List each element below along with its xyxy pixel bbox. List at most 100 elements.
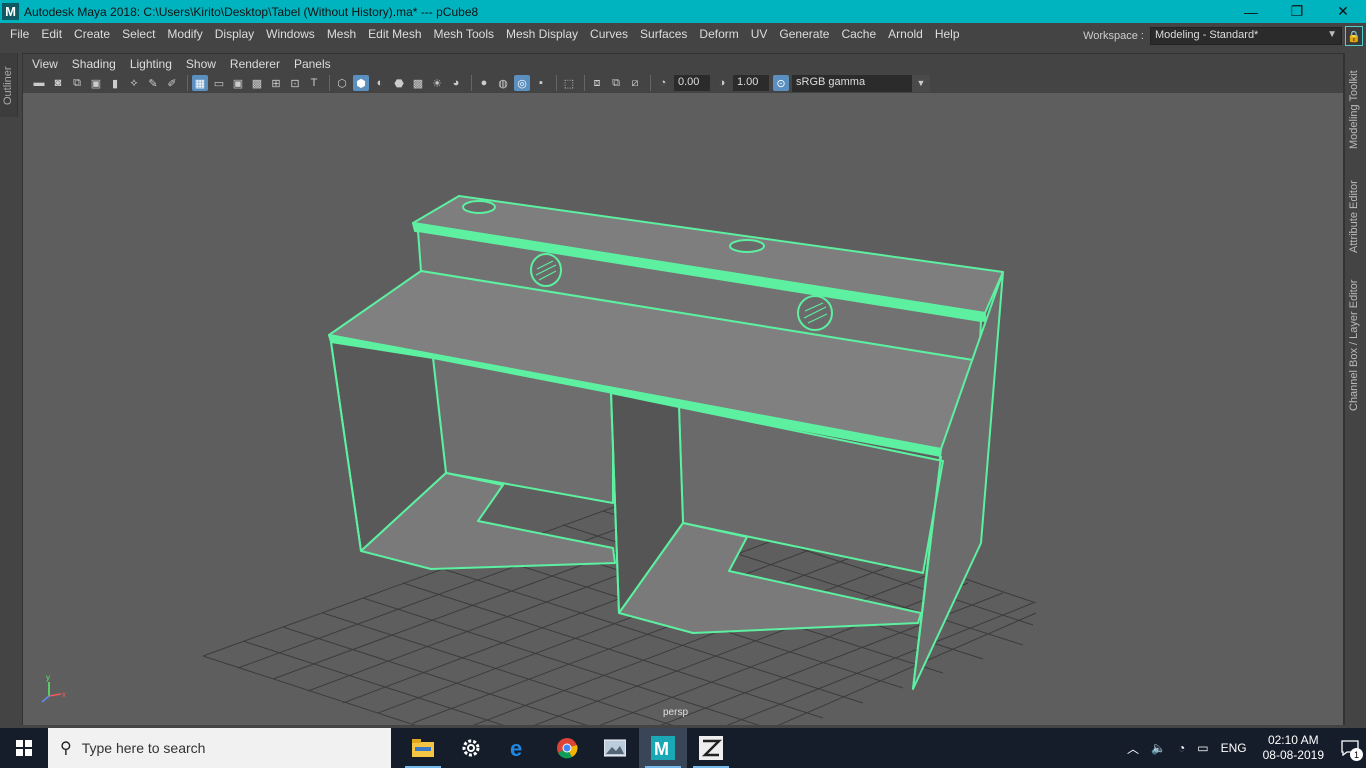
color-management-icon[interactable]: ⊙ <box>773 75 789 91</box>
tab-channel-box[interactable]: Channel Box / Layer Editor <box>1348 280 1360 411</box>
chevron-up-icon[interactable]: ︿ <box>1127 740 1139 757</box>
right-side-tabs: Modeling Toolkit Attribute Editor Channe… <box>1344 53 1366 725</box>
viewport-panel: View Shading Lighting Show Renderer Pane… <box>22 53 1344 725</box>
panel-menu-view[interactable]: View <box>23 57 65 71</box>
menu-curves[interactable]: Curves <box>584 27 634 41</box>
shadows-icon[interactable]: ◕ <box>448 75 464 91</box>
menu-create[interactable]: Create <box>68 27 116 41</box>
gate-mask-icon[interactable]: ▩ <box>249 75 265 91</box>
menu-edit-mesh[interactable]: Edit Mesh <box>362 27 427 41</box>
gamma-field[interactable]: 1.00 <box>733 75 769 91</box>
windows-taskbar: ⚲ Type here to search e M ︿ 🔈 ◔ ▭ ENG 02… <box>0 728 1366 768</box>
menu-modify[interactable]: Modify <box>161 27 208 41</box>
wireframe-icon[interactable]: ⬡ <box>334 75 350 91</box>
outliner-tab[interactable]: Outliner <box>0 53 18 117</box>
menu-arnold[interactable]: Arnold <box>882 27 929 41</box>
3d-viewport[interactable] <box>23 93 1343 725</box>
backface-culling-icon[interactable]: ⧄ <box>627 75 643 91</box>
workspace-dropdown[interactable]: Modeling - Standard* ▼ <box>1150 27 1342 45</box>
system-tray: ︿ 🔈 ◔ ▭ ENG 02:10 AM 08-08-2019 1 <box>1121 728 1366 768</box>
depth-of-field-icon[interactable]: ▪ <box>533 75 549 91</box>
xray-joints-icon[interactable]: ⧉ <box>608 75 624 91</box>
start-button[interactable] <box>0 728 48 768</box>
volume-icon[interactable]: 🔈 <box>1151 741 1166 755</box>
bookmark-icon[interactable]: ⧉ <box>69 75 85 91</box>
camera-select-icon[interactable]: ▬ <box>31 75 47 91</box>
svg-text:M: M <box>654 739 669 759</box>
wireframe-on-shaded-icon[interactable]: ⬣ <box>391 75 407 91</box>
language-indicator[interactable]: ENG <box>1221 741 1247 755</box>
pencil-icon[interactable]: ✐ <box>164 75 180 91</box>
axis-gizmo: y x <box>41 674 66 703</box>
default-material-icon[interactable]: ◐ <box>372 75 388 91</box>
safe-action-icon[interactable]: ⊡ <box>287 75 303 91</box>
file-explorer-icon[interactable] <box>399 728 447 768</box>
field-chart-icon[interactable]: ⊞ <box>268 75 284 91</box>
camera-attributes-icon[interactable]: ◙ <box>50 75 66 91</box>
menu-generate[interactable]: Generate <box>773 27 835 41</box>
panel-menu-lighting[interactable]: Lighting <box>123 57 179 71</box>
grease-pencil-icon[interactable]: ✎ <box>145 75 161 91</box>
menu-deform[interactable]: Deform <box>693 27 744 41</box>
menu-mesh-display[interactable]: Mesh Display <box>500 27 584 41</box>
search-placeholder: Type here to search <box>81 740 206 756</box>
menu-mesh[interactable]: Mesh <box>321 27 362 41</box>
menu-edit[interactable]: Edit <box>35 27 68 41</box>
panel-menu-show[interactable]: Show <box>179 57 223 71</box>
menu-cache[interactable]: Cache <box>835 27 882 41</box>
restore-button[interactable]: ❐ <box>1274 0 1320 23</box>
toolbar-separator <box>187 75 188 91</box>
settings-icon[interactable] <box>447 728 495 768</box>
lock-icon[interactable]: 🔒 <box>1345 26 1363 46</box>
battery-icon[interactable]: ▭ <box>1197 741 1208 755</box>
grommet-hole-left <box>462 200 496 214</box>
menu-display[interactable]: Display <box>209 27 260 41</box>
menu-mesh-tools[interactable]: Mesh Tools <box>428 27 500 41</box>
clock-time: 02:10 AM <box>1267 733 1319 747</box>
clock[interactable]: 02:10 AM 08-08-2019 <box>1263 733 1324 763</box>
image-plane-icon[interactable]: ▣ <box>88 75 104 91</box>
menu-surfaces[interactable]: Surfaces <box>634 27 693 41</box>
menu-file[interactable]: File <box>0 27 35 41</box>
xray-icon[interactable]: ⧈ <box>589 75 605 91</box>
film-gate-icon[interactable]: ▭ <box>211 75 227 91</box>
menu-help[interactable]: Help <box>929 27 966 41</box>
tab-attribute-editor[interactable]: Attribute Editor <box>1348 180 1360 253</box>
antialiasing-icon[interactable]: ◎ <box>514 75 530 91</box>
panel-menu-shading[interactable]: Shading <box>65 57 123 71</box>
minimize-button[interactable]: — <box>1228 0 1274 23</box>
maya-app-icon[interactable]: M <box>2 3 19 20</box>
tab-modeling-toolkit[interactable]: Modeling Toolkit <box>1348 70 1360 149</box>
panel-menu-renderer[interactable]: Renderer <box>223 57 287 71</box>
color-space-dropdown[interactable]: sRGB gamma ▼ <box>792 74 930 92</box>
bookmark-flag-icon[interactable]: ▮ <box>107 75 123 91</box>
taskbar-search-input[interactable]: ⚲ Type here to search <box>48 728 391 768</box>
photos-icon[interactable] <box>591 728 639 768</box>
edge-icon[interactable]: e <box>495 728 543 768</box>
maya-icon[interactable]: M <box>639 728 687 768</box>
gamma-icon[interactable]: ◑ <box>714 75 730 91</box>
safe-title-icon[interactable]: T <box>306 75 322 91</box>
smooth-shade-icon[interactable]: ⬢ <box>353 75 369 91</box>
motion-blur-icon[interactable]: ◍ <box>495 75 511 91</box>
menu-uv[interactable]: UV <box>745 27 774 41</box>
menu-windows[interactable]: Windows <box>260 27 321 41</box>
menu-select[interactable]: Select <box>116 27 161 41</box>
2d-pan-zoom-icon[interactable]: ⟡ <box>126 75 142 91</box>
exposure-field[interactable]: 0.00 <box>674 75 710 91</box>
resolution-gate-icon[interactable]: ▣ <box>230 75 246 91</box>
zbrush-icon[interactable] <box>687 728 735 768</box>
panel-menu-panels[interactable]: Panels <box>287 57 338 71</box>
ambient-occlusion-icon[interactable]: ● <box>476 75 492 91</box>
chrome-icon[interactable] <box>543 728 591 768</box>
wifi-icon[interactable]: ◔ <box>1178 741 1185 755</box>
clock-date: 08-08-2019 <box>1262 748 1324 762</box>
textured-icon[interactable]: ▩ <box>410 75 426 91</box>
grid-icon[interactable]: ▦ <box>192 75 208 91</box>
close-button[interactable]: ✕ <box>1320 0 1366 23</box>
isolate-select-icon[interactable]: ⬚ <box>561 75 577 91</box>
chevron-down-icon: ▼ <box>1327 29 1337 40</box>
lights-icon[interactable]: ☀ <box>429 75 445 91</box>
exposure-icon[interactable]: ◔ <box>655 75 671 91</box>
notification-center-button[interactable]: 1 <box>1334 728 1366 768</box>
